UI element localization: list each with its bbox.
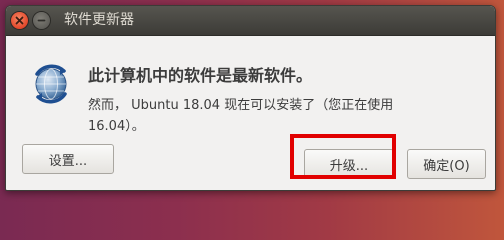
software-updater-icon xyxy=(35,64,67,104)
minimize-icon xyxy=(37,19,46,22)
status-heading: 此计算机中的软件是最新软件。 xyxy=(88,66,313,85)
title-bar[interactable]: 软件更新器 xyxy=(6,6,495,36)
window-title: 软件更新器 xyxy=(64,12,134,28)
upgrade-highlight-box xyxy=(290,134,396,179)
close-icon xyxy=(15,16,24,25)
close-button[interactable] xyxy=(11,12,28,29)
ok-button[interactable]: 确定(O) xyxy=(407,149,486,179)
upgrade-message: 然而， Ubuntu 18.04 现在可以安装了（您正在使用 16.04）。 xyxy=(88,98,394,134)
minimize-button[interactable] xyxy=(33,12,50,29)
software-updater-dialog: 软件更新器 此计算机中的软件是最新软件。 然而， Ubuntu 18.04 现在… xyxy=(5,5,496,191)
settings-button[interactable]: 设置... xyxy=(22,144,114,174)
